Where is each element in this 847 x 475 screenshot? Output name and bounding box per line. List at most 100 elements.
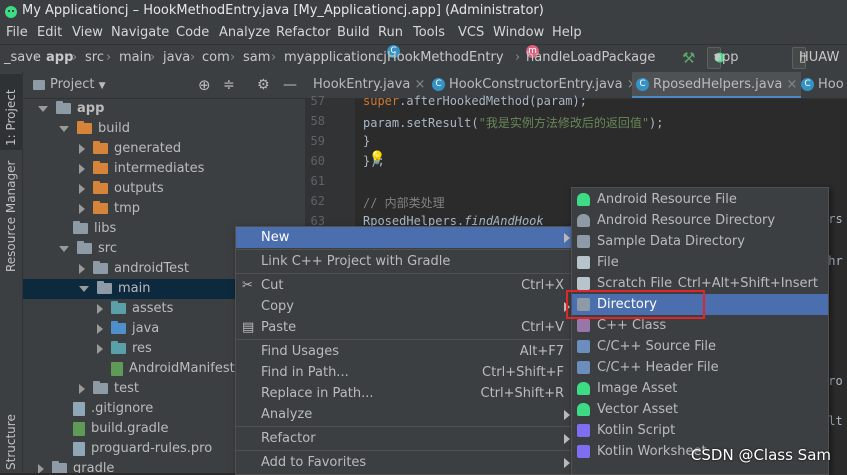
menu-item-label: C/C++ Source File (597, 339, 716, 354)
chevron-right-icon: › (106, 50, 112, 65)
close-icon[interactable]: × (787, 77, 798, 92)
menu-bar: File Edit View Navigate Code Analyze Ref… (0, 22, 847, 44)
structure-tab[interactable]: Structure (4, 414, 18, 470)
crumb-com[interactable]: com (202, 45, 230, 71)
line-number: 61 (310, 174, 325, 188)
project-view-select[interactable]: Project ▼ (50, 72, 106, 99)
chevron-right-icon[interactable] (79, 203, 85, 214)
menu-analyze[interactable]: Analyze (219, 22, 270, 44)
new-item-android-resource-directory[interactable]: Android Resource Directory (572, 210, 828, 231)
code-token: // 内部类处理 (363, 196, 445, 210)
new-item-vector-asset[interactable]: Vector Asset (572, 399, 828, 420)
folder-icon (93, 201, 108, 214)
menu-separator (236, 339, 576, 340)
tree-item-label: build (98, 121, 130, 136)
crumb-java[interactable]: java (163, 45, 190, 71)
tree-item[interactable]: intermediates (23, 159, 305, 179)
intention-bulb-icon[interactable]: 💡 (369, 151, 385, 166)
chevron-right-icon[interactable] (79, 183, 85, 194)
menu-run[interactable]: Run (378, 22, 403, 44)
menu-item-shortcut: Ctrl+X (521, 278, 564, 293)
crumb-app[interactable]: app (46, 45, 73, 71)
menu-item-copy[interactable]: Copy (236, 296, 576, 317)
new-item-file[interactable]: File (572, 252, 828, 273)
tree-item[interactable]: generated (23, 139, 305, 159)
project-tool-tab[interactable]: 1: Project (4, 89, 18, 146)
menu-item-analyze[interactable]: Analyze (236, 404, 576, 425)
code-line[interactable]: param.setResult("我是实例方法修改后的返回值"); (363, 114, 664, 131)
code-line[interactable]: // 内部类处理 (363, 194, 445, 211)
chevron-down-icon[interactable] (59, 245, 69, 252)
resource-manager-tab[interactable]: Resource Manager (4, 161, 18, 272)
menu-item-paste[interactable]: ▤ Paste Ctrl+V (236, 317, 576, 338)
chevron-down-icon[interactable] (59, 125, 69, 132)
locate-icon[interactable]: ⊕ (198, 72, 211, 98)
folder-icon (93, 161, 108, 174)
code-line[interactable]: } (363, 134, 370, 148)
chevron-right-icon[interactable] (79, 263, 85, 274)
new-item-c-c-source-file[interactable]: C/C++ Source File (572, 336, 828, 357)
code-line[interactable]: super.afterHookedMethod(param); (363, 94, 587, 108)
menu-file[interactable]: File (6, 22, 28, 44)
crumb-package[interactable]: myapplicationcj (284, 45, 387, 71)
tab-hookmethodentry[interactable]: C Hoo (801, 72, 844, 98)
chevron-right-icon[interactable] (79, 383, 85, 394)
chevron-right-icon[interactable] (97, 303, 103, 314)
chevron-right-icon: › (375, 50, 381, 65)
chevron-down-icon[interactable] (38, 105, 48, 112)
crumb-sam[interactable]: sam (243, 45, 270, 71)
menu-view[interactable]: View (72, 22, 103, 44)
collapse-all-icon[interactable]: ≑ (223, 72, 235, 98)
chevron-right-icon[interactable] (79, 143, 85, 154)
menu-help[interactable]: Help (552, 22, 582, 44)
clipboard-icon: ▤ (242, 320, 255, 335)
chevron-right-icon[interactable] (97, 343, 103, 354)
chevron-down-icon[interactable] (79, 285, 89, 292)
run-config-select[interactable]: ● app ▼ (707, 47, 738, 69)
tree-item[interactable]: tmp (23, 199, 305, 219)
tree-item-label: java (132, 321, 160, 336)
folder-icon (93, 261, 108, 274)
chevron-right-icon[interactable] (79, 163, 85, 174)
chevron-right-icon[interactable] (97, 323, 103, 334)
menu-code[interactable]: Code (176, 22, 209, 44)
new-item-c-c-header-file[interactable]: C/C++ Header File (572, 357, 828, 378)
menu-edit[interactable]: Edit (37, 22, 62, 44)
menu-window[interactable]: Window (493, 22, 544, 44)
crumb-src[interactable]: src (85, 45, 104, 71)
hammer-icon[interactable]: ⚒ (682, 45, 695, 71)
tree-item[interactable]: app (23, 99, 305, 119)
menu-item-new[interactable]: New (236, 227, 576, 248)
chevron-right-icon[interactable] (38, 463, 44, 473)
new-item-sample-data-directory[interactable]: Sample Data Directory (572, 231, 828, 252)
menu-item-cut[interactable]: ✂ Cut Ctrl+X (236, 275, 576, 296)
menu-item-find-usages[interactable]: Find Usages Alt+F7 (236, 341, 576, 362)
menu-refactor[interactable]: Refactor (276, 22, 331, 44)
close-icon[interactable]: × (414, 77, 425, 92)
new-item-image-asset[interactable]: Image Asset (572, 378, 828, 399)
tree-item[interactable]: build (23, 119, 305, 139)
menu-item-label: File (597, 255, 619, 270)
new-item-android-resource-file[interactable]: Android Resource File (572, 189, 828, 210)
tab-rposedhelpers[interactable]: C RposedHelpers.java × (632, 72, 802, 98)
menu-tools[interactable]: Tools (413, 22, 445, 44)
menu-item-refactor[interactable]: Refactor (236, 428, 576, 449)
line-number: 58 (310, 114, 325, 128)
gear-icon[interactable]: ⚙ (257, 72, 270, 98)
folder-icon (77, 121, 92, 134)
menu-build[interactable]: Build (337, 22, 370, 44)
device-select[interactable]: ▯ HUAW (792, 47, 839, 69)
line-number: 57 (310, 94, 325, 108)
tree-item[interactable]: outputs (23, 179, 305, 199)
menu-item-find-in-path[interactable]: Find in Path... Ctrl+Shift+F (236, 362, 576, 383)
menu-item-link-c-project-with-gradle[interactable]: Link C++ Project with Gradle (236, 251, 576, 272)
crumb-main[interactable]: main (119, 45, 151, 71)
hide-icon[interactable]: — (283, 72, 297, 98)
menu-navigate[interactable]: Navigate (111, 22, 169, 44)
new-item-kotlin-script[interactable]: Kotlin Script (572, 420, 828, 441)
menu-item-label: Image Asset (597, 381, 678, 396)
menu-item-replace-in-path[interactable]: Replace in Path... Ctrl+Shift+R (236, 383, 576, 404)
left-tool-strip: 1: Project Resource Manager Structure (0, 72, 23, 473)
menu-item-add-to-favorites[interactable]: Add to Favorites (236, 452, 576, 473)
menu-vcs[interactable]: VCS (458, 22, 484, 44)
